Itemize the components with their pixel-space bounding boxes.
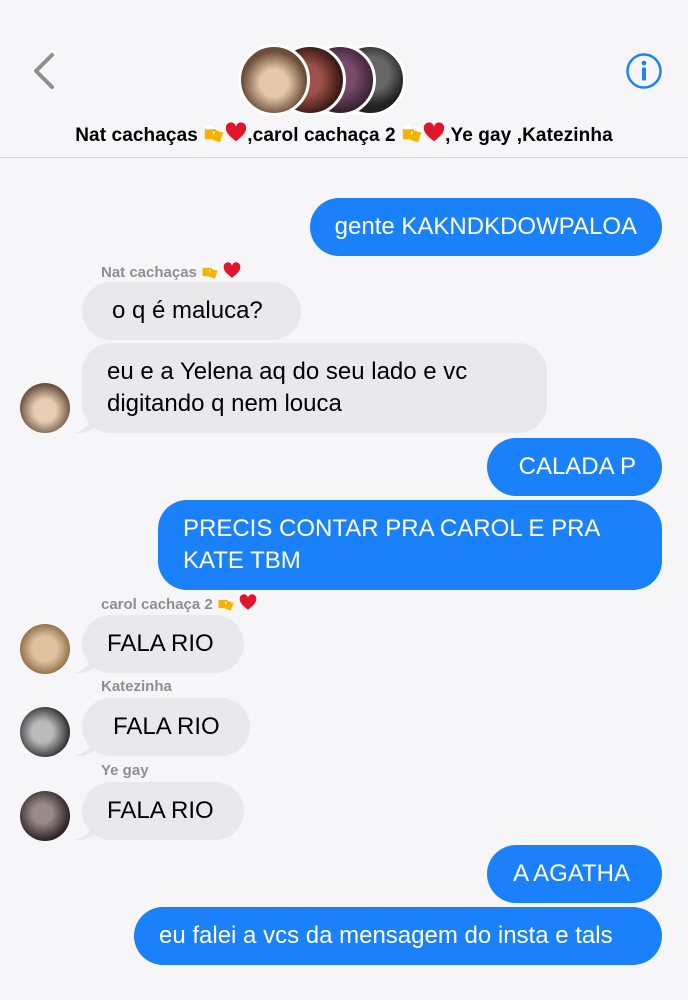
- message-bubble-outgoing[interactable]: eu falei a vcs da mensagem do insta e ta…: [134, 907, 662, 965]
- bubble-tail: [73, 737, 95, 757]
- member-name: ,Ye gay: [445, 125, 512, 146]
- heart-icon: [223, 262, 241, 280]
- sender-name: Nat cachaças: [101, 262, 241, 281]
- member-name: Nat cachaças: [75, 125, 198, 146]
- heart-icon: [423, 122, 445, 144]
- message-bubble-incoming[interactable]: FALA RIO: [82, 615, 244, 673]
- message-bubble-incoming[interactable]: FALA RIO: [82, 782, 244, 840]
- bubble-tail: [73, 654, 95, 674]
- message-bubble-outgoing[interactable]: A AGATHA: [487, 845, 662, 903]
- group-avatars[interactable]: [238, 44, 408, 116]
- message-bubble-outgoing[interactable]: gente KAKNDKDOWPALOA: [309, 198, 662, 256]
- message-bubble-incoming[interactable]: eu e a Yelena aq do seu lado e vc digita…: [82, 343, 547, 433]
- avatar[interactable]: [20, 791, 70, 841]
- avatar: [238, 44, 310, 116]
- message-bubble-incoming[interactable]: o q é maluca?: [82, 282, 301, 340]
- chevron-left-icon[interactable]: [28, 50, 62, 92]
- beer-icon: [401, 122, 423, 144]
- bubble-tail: [73, 821, 95, 841]
- chat-header: Nat cachaças ,carol cachaça 2 ,Ye gay ,K…: [0, 0, 688, 158]
- sender-name-text: Katezinha: [101, 678, 172, 695]
- avatar[interactable]: [20, 383, 70, 433]
- sender-name-text: carol cachaça 2: [101, 596, 213, 613]
- beer-icon: [203, 122, 225, 144]
- group-name[interactable]: Nat cachaças ,carol cachaça 2 ,Ye gay ,K…: [0, 122, 688, 147]
- sender-name-text: Ye gay: [101, 762, 149, 779]
- avatar[interactable]: [20, 624, 70, 674]
- sender-name-text: Nat cachaças: [101, 264, 197, 281]
- member-name: ,Katezinha: [516, 125, 613, 146]
- beer-icon: [201, 262, 219, 280]
- sender-name: Ye gay: [101, 762, 149, 779]
- message-bubble-incoming[interactable]: FALA RIO: [82, 698, 250, 756]
- info-icon[interactable]: [625, 52, 663, 90]
- bubble-tail: [73, 414, 95, 434]
- beer-icon: [217, 594, 235, 612]
- heart-icon: [239, 594, 257, 612]
- avatar[interactable]: [20, 707, 70, 757]
- member-name: ,carol cachaça 2: [247, 125, 396, 146]
- heart-icon: [225, 122, 247, 144]
- message-bubble-outgoing[interactable]: PRECIS CONTAR PRA CAROL E PRA KATE TBM: [158, 500, 662, 590]
- message-bubble-outgoing[interactable]: CALADA P: [486, 438, 662, 496]
- sender-name: Katezinha: [101, 678, 172, 695]
- sender-name: carol cachaça 2: [101, 594, 257, 613]
